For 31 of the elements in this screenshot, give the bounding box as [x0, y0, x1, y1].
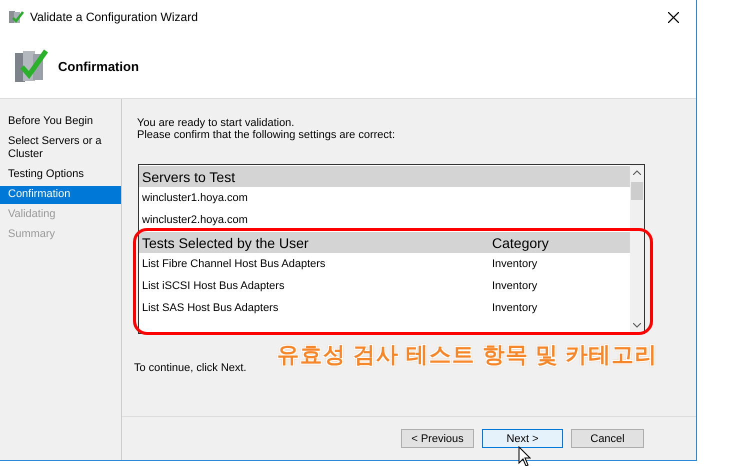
server-check-icon — [14, 49, 48, 83]
list-cell-text: List Fibre Channel Host Bus Adapters — [142, 258, 326, 270]
scroll-thumb[interactable] — [631, 182, 643, 200]
wizard-step[interactable]: Confirmation — [0, 186, 121, 204]
wizard-step[interactable]: Select Servers or a Cluster — [0, 133, 121, 164]
instruction-text: To continue, click Next. — [134, 362, 248, 374]
wizard-button[interactable]: < Previous — [401, 429, 474, 448]
wizard-step[interactable]: Testing Options — [0, 166, 121, 184]
scrollbar[interactable] — [630, 165, 644, 333]
list-cell-text: wincluster1.hoya.com — [142, 192, 249, 204]
wizard-button[interactable]: Cancel — [571, 429, 644, 448]
intro-text: You are ready to start validation. Please confirm that the following settings are correct: — [137, 117, 396, 141]
scroll-up-icon[interactable] — [633, 170, 641, 175]
list-cell: Inventory — [492, 280, 538, 292]
column-header: Servers to Test — [142, 168, 236, 184]
app-icon — [8, 9, 24, 25]
list-cell-text: wincluster2.hoya.com — [142, 214, 249, 226]
list-cell-text: List iSCSI Host Bus Adapters — [142, 280, 286, 292]
wizard-step[interactable]: Before You Begin — [0, 113, 121, 131]
column-header: Tests Selected by the User — [142, 234, 310, 250]
list-cell-text: List SAS Host Bus Adapters — [142, 302, 280, 314]
annotation-text: 유효성 검사 테스트 항목 및 카테고리 — [277, 341, 658, 369]
page-title: Confirmation — [58, 58, 139, 74]
list-cell: Inventory — [492, 258, 538, 270]
column-header: Category — [492, 234, 549, 250]
window-title: Validate a Configuration Wizard — [30, 10, 198, 24]
list-cell: Inventory — [492, 302, 538, 314]
wizard-button[interactable]: Next > — [482, 429, 563, 448]
settings-list[interactable] — [138, 164, 645, 334]
close-icon — [668, 12, 678, 22]
scroll-down-icon[interactable] — [633, 323, 641, 328]
